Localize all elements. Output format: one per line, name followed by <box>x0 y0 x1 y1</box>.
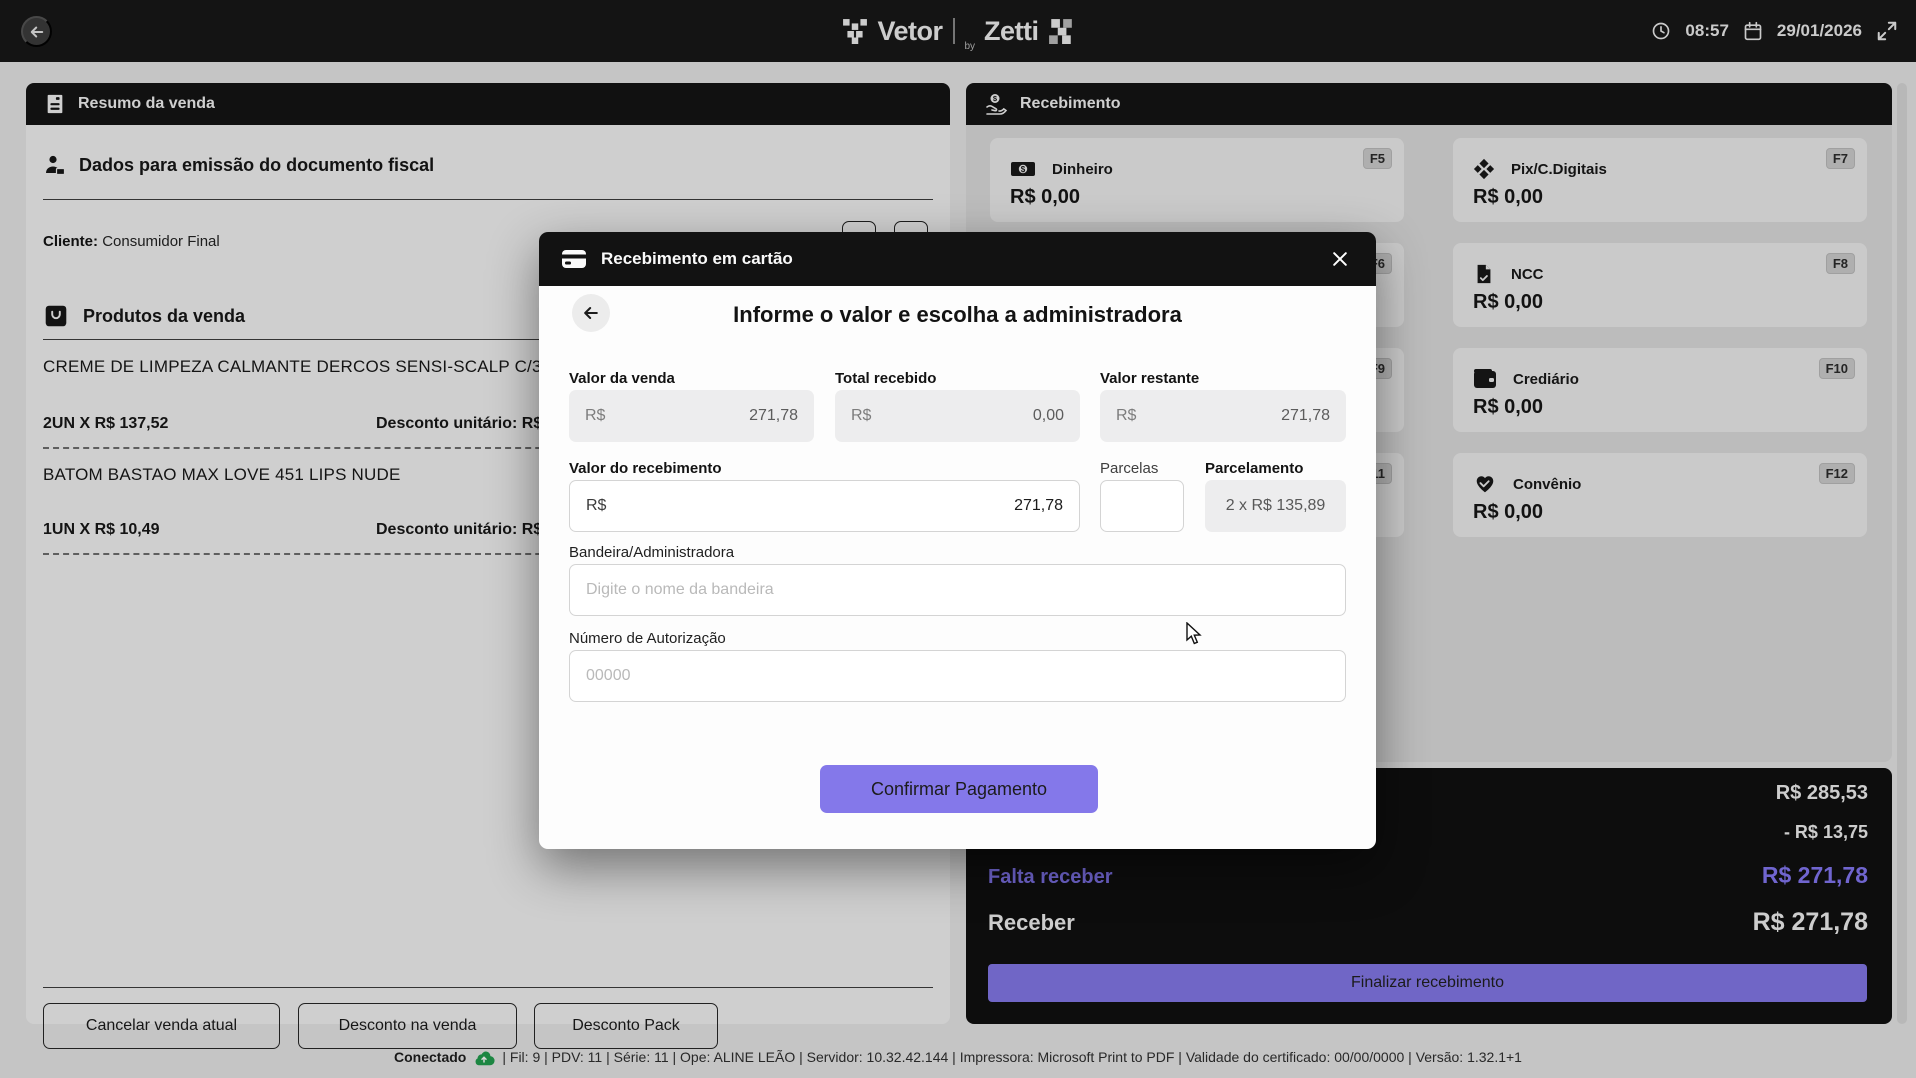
autorizacao-input[interactable] <box>586 667 1329 685</box>
parcelas-label: Parcelas <box>1100 460 1159 477</box>
total-recebido-value: 0,00 <box>1032 407 1064 424</box>
mouse-cursor <box>1186 622 1202 645</box>
modal-subtitle: Informe o valor e escolha a administrado… <box>733 302 1182 327</box>
close-icon[interactable] <box>1328 247 1352 271</box>
bandeira-input[interactable] <box>586 581 1329 599</box>
parcelamento-field: 2 x R$ 135,89 <box>1205 480 1346 532</box>
currency-prefix: R$ <box>586 497 607 514</box>
currency-prefix: R$ <box>1116 407 1137 424</box>
valor-venda-value: 271,78 <box>749 407 798 424</box>
autorizacao-label: Número de Autorização <box>569 630 726 647</box>
total-recebido-field: R$ 0,00 <box>835 390 1080 442</box>
valor-recebimento-input[interactable] <box>606 497 1063 515</box>
confirm-payment-button[interactable]: Confirmar Pagamento <box>820 765 1098 813</box>
bandeira-label: Bandeira/Administradora <box>569 544 735 561</box>
autorizacao-field <box>569 650 1346 702</box>
parcelamento-value: 2 x R$ 135,89 <box>1225 497 1326 514</box>
valor-restante-label: Valor restante <box>1100 370 1200 387</box>
valor-recebimento-field: R$ <box>569 480 1080 532</box>
modal-title: Recebimento em cartão <box>601 249 793 268</box>
card-payment-modal: Recebimento em cartão Informe o valor e … <box>539 232 1376 849</box>
currency-prefix: R$ <box>851 407 872 424</box>
valor-venda-field: R$ 271,78 <box>569 390 814 442</box>
bandeira-field <box>569 564 1346 616</box>
modal-header: Recebimento em cartão <box>539 232 1376 286</box>
credit-card-icon <box>562 250 586 268</box>
total-recebido-label: Total recebido <box>835 370 937 387</box>
valor-restante-value: 271,78 <box>1281 407 1330 424</box>
valor-venda-label: Valor da venda <box>569 370 675 387</box>
valor-restante-field: R$ 271,78 <box>1100 390 1346 442</box>
valor-recebimento-label: Valor do recebimento <box>569 460 722 477</box>
currency-prefix: R$ <box>585 407 606 424</box>
parcelamento-label: Parcelamento <box>1205 460 1304 477</box>
parcelas-field <box>1100 480 1324 532</box>
